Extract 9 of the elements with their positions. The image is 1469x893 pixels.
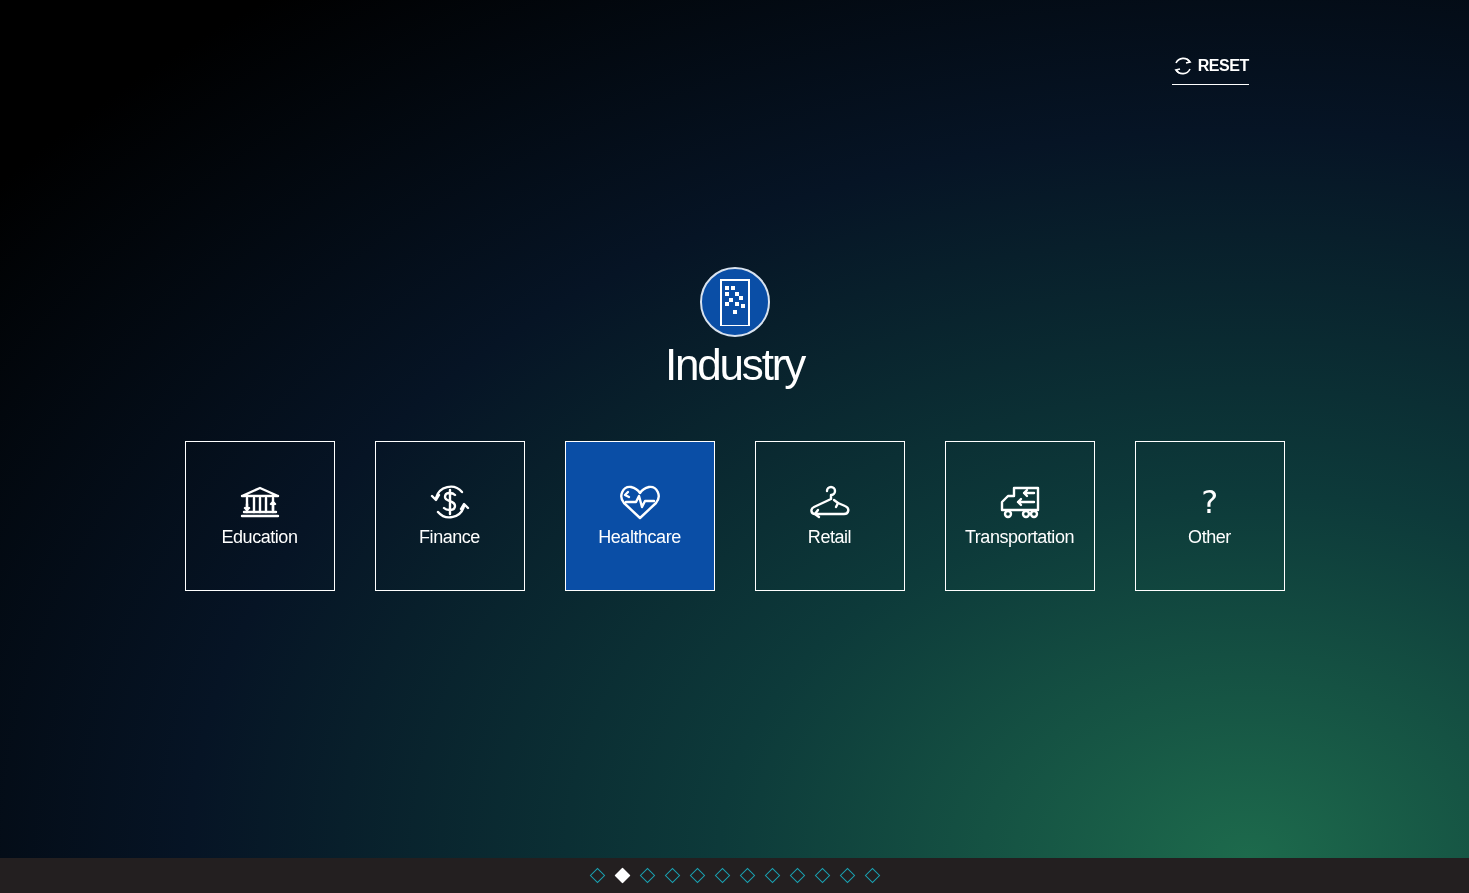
industry-option[interactable]: Finance: [374, 441, 525, 591]
industry-option[interactable]: Transportation: [944, 441, 1095, 591]
question-mark-icon: ?: [1201, 482, 1218, 522]
industry-option[interactable]: Healthcare: [564, 441, 715, 591]
industry-option[interactable]: Education: [184, 441, 335, 591]
page-title: Industry: [665, 343, 804, 387]
industry-option[interactable]: Retail: [754, 441, 905, 591]
industry-option[interactable]: ? Other: [1134, 441, 1285, 591]
reset-button[interactable]: RESET: [1171, 54, 1249, 85]
